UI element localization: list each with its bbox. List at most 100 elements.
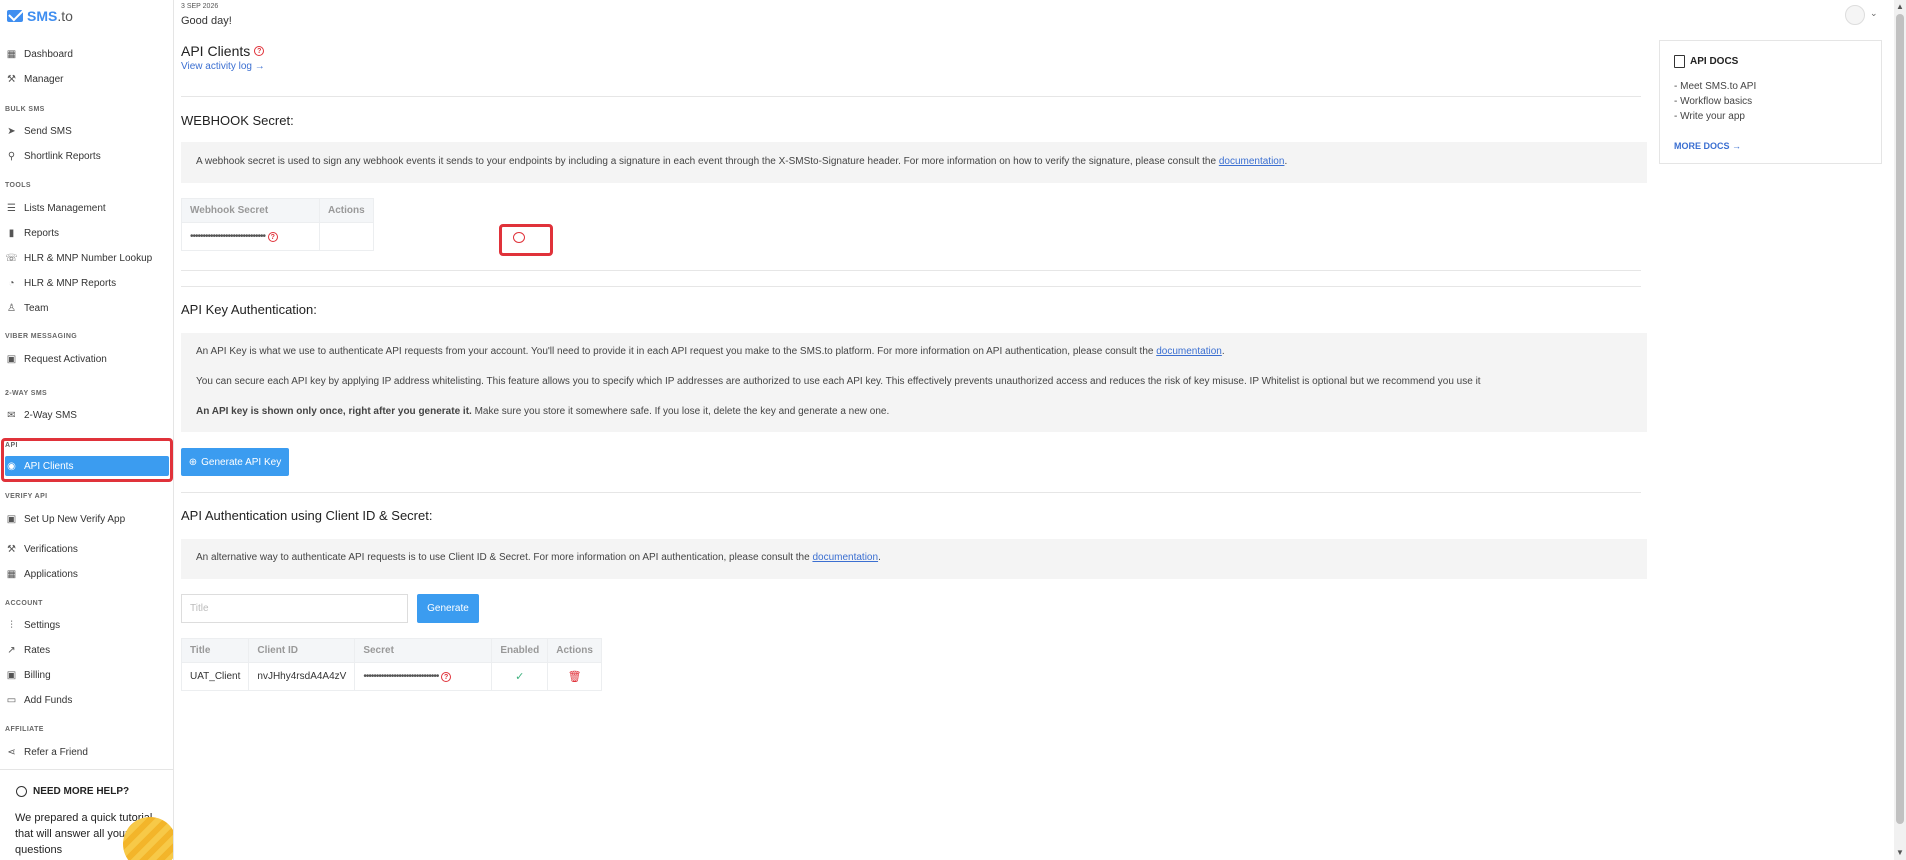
column-header: Secret (354, 638, 493, 663)
chevron-down-icon[interactable]: ⌄ (1870, 8, 1878, 19)
logo[interactable]: SMS.to (7, 8, 73, 24)
phone-icon: ☏ (5, 252, 18, 264)
api-key-info-box: An API Key is what we use to authenticat… (181, 333, 1647, 432)
client-auth-heading: API Authentication using Client ID & Sec… (181, 508, 433, 523)
api-docs-title: API DOCS (1674, 55, 1738, 68)
calendar-icon: ▣ (6, 669, 17, 681)
sidebar-item-dashboard[interactable]: ▦ Dashboard (5, 44, 169, 64)
divider (181, 96, 1641, 97)
docs-link[interactable]: - Workflow basics (1674, 96, 1752, 107)
docs-link[interactable]: - Write your app (1674, 111, 1745, 122)
trend-icon: ↗ (7, 644, 16, 656)
highlight-box-action (499, 224, 553, 256)
sidebar-item-applications[interactable]: ▦ Applications (5, 564, 169, 584)
sidebar-item-reports[interactable]: ▮ Reports (5, 223, 169, 243)
client-info-box: An alternative way to authenticate API r… (181, 539, 1647, 579)
list-icon: ☰ (7, 202, 16, 214)
generate-client-button[interactable]: Generate (417, 594, 479, 623)
client-info-text: An alternative way to authenticate API r… (196, 552, 881, 563)
header-greeting: Good day! (181, 15, 232, 27)
sidebar-item-setup-verify-app[interactable]: ▣ Set Up New Verify App (5, 509, 169, 529)
clients-table: Title Client ID Secret Enabled Actions U… (180, 638, 602, 691)
share-icon: ⋖ (7, 746, 16, 758)
scroll-down-icon[interactable]: ▼ (1896, 848, 1904, 857)
column-header: Webhook Secret (181, 198, 320, 223)
wrench-icon: ⚒ (7, 543, 16, 555)
sidebar-item-billing[interactable]: ▣ Billing (5, 665, 169, 685)
sidebar-item-refer-friend[interactable]: ⋖ Refer a Friend (5, 742, 169, 762)
table-row: UAT_Client nvJHhy4rsdA4A4zV ••••••••••••… (180, 662, 602, 691)
sidebar-item-hlr-reports[interactable]: ◔ HLR & MNP Reports (5, 273, 169, 293)
column-header: Actions (547, 638, 602, 663)
column-header: Client ID (248, 638, 356, 663)
scrollbar-thumb[interactable] (1896, 14, 1904, 824)
lifebuoy-icon (16, 786, 27, 797)
webhook-table: Webhook Secret Actions •••••••••••••••••… (181, 198, 374, 251)
docs-link[interactable]: - Meet SMS.to API (1674, 81, 1756, 92)
generate-api-key-button[interactable]: ⊕ Generate API Key (181, 448, 289, 476)
sidebar-item-request-activation[interactable]: ▣ Request Activation (5, 349, 169, 369)
page-title: API Clients? (181, 43, 265, 59)
enabled-cell: ✓ (491, 662, 549, 691)
api-key-info-p2: You can secure each API key by applying … (196, 376, 1481, 387)
decorative-badge (123, 817, 173, 860)
webhook-info-text: A webhook secret is used to sign any web… (196, 156, 1288, 167)
scroll-up-icon[interactable]: ▲ (1896, 2, 1904, 11)
card-icon: ▭ (6, 694, 17, 706)
sidebar-item-lists-management[interactable]: ☰ Lists Management (5, 198, 169, 218)
documentation-link[interactable]: documentation (1219, 156, 1285, 167)
send-icon: ➤ (7, 125, 16, 137)
api-key-info-p1: An API Key is what we use to authenticat… (196, 346, 1225, 357)
section-account: ACCOUNT (5, 600, 43, 607)
divider (181, 492, 1641, 493)
sidebar-item-settings[interactable]: ⫶ Settings (5, 615, 169, 635)
api-key-info-p3: An API key is shown only once, right aft… (196, 406, 890, 417)
mail-icon: ✉ (7, 409, 16, 421)
brand-suffix: .to (57, 8, 73, 24)
section-affiliate: AFFILIATE (5, 726, 44, 733)
more-docs-link[interactable]: MORE DOCS → (1674, 141, 1741, 151)
link-icon: ⚲ (7, 150, 16, 162)
plus-circle-icon: ⊕ (188, 456, 198, 468)
help-icon[interactable]: ? (441, 672, 452, 683)
section-2way-sms: 2-WAY SMS (5, 390, 48, 397)
scrollbar[interactable]: ▲ ▼ (1894, 0, 1906, 860)
client-title-input[interactable] (181, 594, 408, 623)
section-verify-api: VERIFY API (5, 493, 48, 500)
view-activity-log-link[interactable]: View activity log → (181, 61, 265, 72)
sidebar-item-shortlink-reports[interactable]: ⚲ Shortlink Reports (5, 146, 169, 166)
client-title-cell: UAT_Client (180, 662, 250, 691)
sidebar-item-hlr-lookup[interactable]: ☏ HLR & MNP Number Lookup (5, 248, 169, 268)
webhook-heading: WEBHOOK Secret: (181, 113, 294, 128)
envelope-logo-icon (7, 10, 23, 22)
check-circle-icon[interactable]: ✓ (515, 671, 524, 683)
table-row: •••••••••••••••••••••••••••••• ? (181, 222, 374, 251)
divider (0, 769, 173, 770)
documentation-link[interactable]: documentation (812, 552, 878, 563)
document-icon (1674, 55, 1685, 68)
header-date: 3 SEP 2026 (181, 3, 219, 10)
help-icon[interactable]: ? (254, 46, 265, 56)
webhook-info-box: A webhook secret is used to sign any web… (181, 142, 1647, 183)
sidebar-item-team[interactable]: ♙ Team (5, 298, 169, 318)
sidebar-item-2way-sms[interactable]: ✉ 2-Way SMS (5, 405, 169, 425)
sidebar-item-rates[interactable]: ↗ Rates (5, 640, 169, 660)
main-content: 3 SEP 2026 Good day! ⌄ API Clients? View… (175, 0, 1885, 860)
sidebar-item-add-funds[interactable]: ▭ Add Funds (5, 690, 169, 710)
documentation-link[interactable]: documentation (1156, 346, 1222, 357)
api-key-heading: API Key Authentication: (181, 302, 317, 317)
client-id-cell: nvJHhy4rsdA4A4zV (248, 662, 356, 691)
client-secret-cell: •••••••••••••••••••••••••••••• ? (354, 662, 493, 691)
section-tools: TOOLS (5, 182, 31, 189)
avatar[interactable] (1845, 5, 1865, 25)
help-title: NEED MORE HELP? (16, 786, 129, 797)
column-header: Title (180, 638, 250, 663)
sidebar-item-verifications[interactable]: ⚒ Verifications (5, 539, 169, 559)
help-icon[interactable]: ? (267, 232, 278, 243)
sidebar-item-manager[interactable]: ⚒ Manager (5, 69, 169, 89)
trash-icon[interactable]: 🗑 (568, 671, 582, 683)
section-viber: VIBER MESSAGING (5, 333, 78, 340)
sidebar: SMS.to ▦ Dashboard ⚒ Manager BULK SMS ➤ Sen… (0, 0, 174, 860)
divider (181, 286, 1641, 287)
sidebar-item-send-sms[interactable]: ➤ Send SMS (5, 121, 169, 141)
